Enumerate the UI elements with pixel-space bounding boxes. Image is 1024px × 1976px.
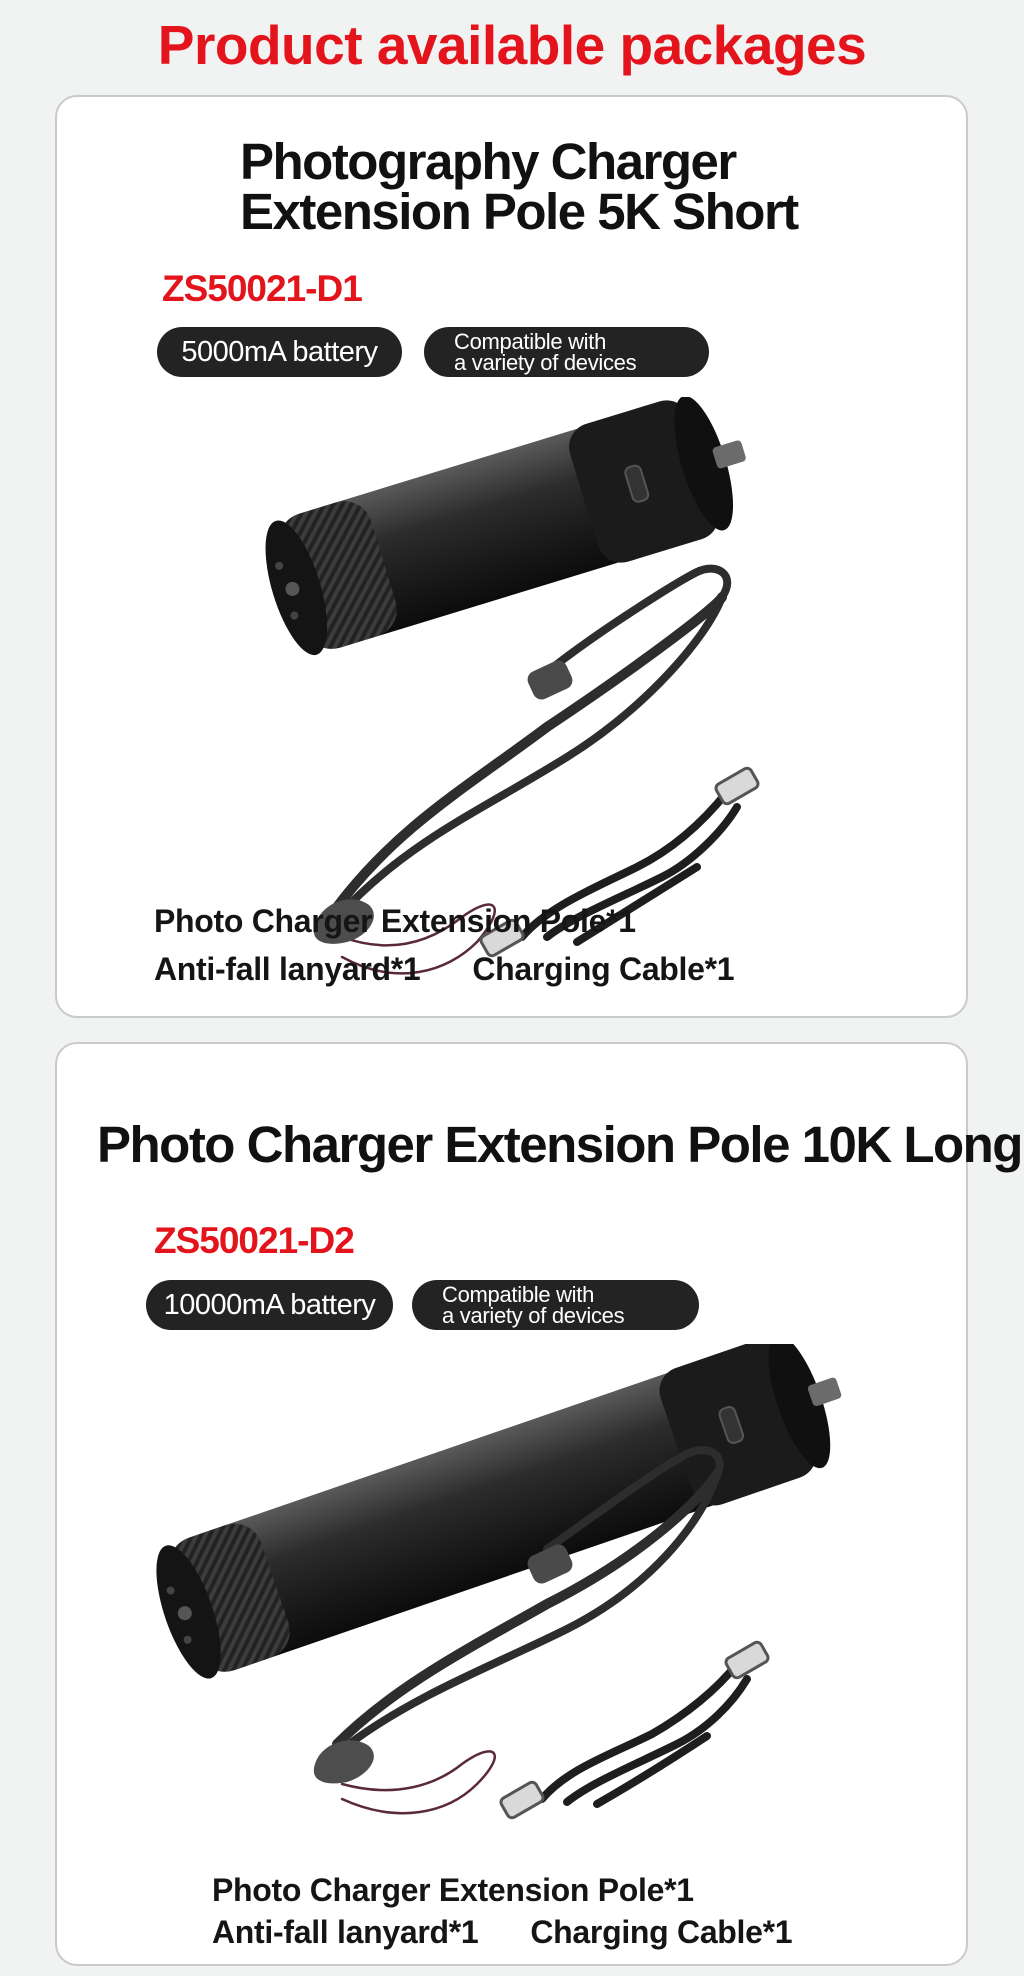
compatibility-line2: a variety of devices <box>442 1303 625 1328</box>
battery-badge: 5000mA battery <box>157 327 402 377</box>
compatibility-badge: Compatible with a variety of devices <box>424 327 709 377</box>
extension-pole <box>156 1344 842 1679</box>
charging-cable <box>499 1640 770 1820</box>
package-contents: Photo Charger Extension Pole*1 Anti-fall… <box>212 1869 793 1953</box>
contents-row2: Anti-fall lanyard*1 Charging Cable*1 <box>212 1911 793 1953</box>
contents-item-cable: Charging Cable*1 <box>530 1914 793 1950</box>
contents-item-pole: Photo Charger Extension Pole*1 <box>212 1872 694 1908</box>
contents-item-pole: Photo Charger Extension Pole*1 <box>154 903 636 939</box>
model-number: ZS50021-D2 <box>154 1220 355 1261</box>
battery-badge: 10000mA battery <box>146 1280 393 1330</box>
package-card-long: Photo Charger Extension Pole 10K Long ZS… <box>55 1042 1023 1966</box>
product-photo-long <box>156 1344 842 1820</box>
compatibility-badge: Compatible with a variety of devices <box>412 1280 699 1330</box>
compatibility-line1: Compatible with <box>454 329 607 354</box>
contents-row2: Anti-fall lanyard*1 Charging Cable*1 <box>154 945 735 993</box>
contents-item-lanyard: Anti-fall lanyard*1 <box>212 1914 479 1950</box>
compatibility-line2: a variety of devices <box>454 350 637 375</box>
package-card-short: Photography Charger Extension Pole 5K Sh… <box>55 95 968 1018</box>
package-title-line1: Photography Charger <box>240 133 737 190</box>
package-title: Photo Charger Extension Pole 10K Long <box>97 1116 1023 1173</box>
package-contents: Photo Charger Extension Pole*1 Anti-fall… <box>154 897 735 993</box>
contents-item-lanyard: Anti-fall lanyard*1 <box>154 951 421 987</box>
page-title: Product available packages <box>157 14 867 76</box>
compatibility-line1: Compatible with <box>442 1282 595 1307</box>
package-title-line2: Extension Pole 5K Short <box>240 183 799 240</box>
contents-item-cable: Charging Cable*1 <box>472 951 735 987</box>
package-title: Photography Charger Extension Pole 5K Sh… <box>240 136 840 240</box>
model-number: ZS50021-D1 <box>162 268 363 309</box>
